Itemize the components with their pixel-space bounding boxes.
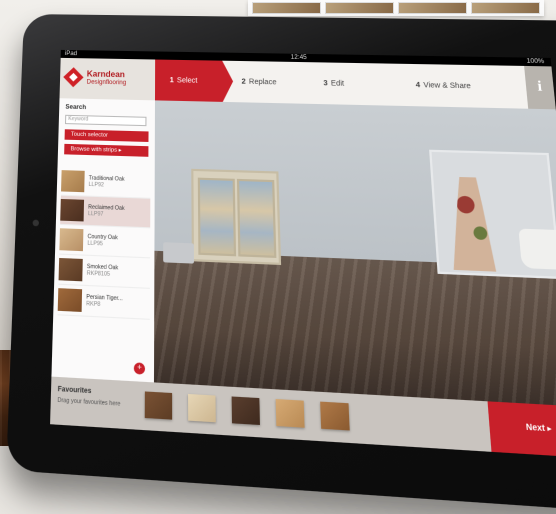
list-item[interactable]: Traditional Oak LLP92 xyxy=(60,166,151,199)
product-sidebar: Search Keyword Touch selector Browse wit… xyxy=(51,98,157,383)
tab-edit[interactable]: 3 Edit xyxy=(307,62,401,106)
battery-label: 100% xyxy=(526,58,545,66)
product-code: LLP97 xyxy=(87,210,104,218)
step-label: Replace xyxy=(248,78,277,86)
favourites-label: Favourites xyxy=(57,386,92,396)
step-label: Edit xyxy=(330,79,345,88)
step-number: 3 xyxy=(323,79,328,87)
favourite-swatch[interactable] xyxy=(188,393,216,423)
tablet: iPad 12:45 100% Karndean Designflooring … xyxy=(0,0,556,514)
product-list: Traditional Oak LLP92 Reclaimed Oak LLP97 … xyxy=(57,166,151,320)
search-label: Search xyxy=(65,104,87,112)
floor-swatch xyxy=(61,170,85,193)
carrier-label: iPad xyxy=(64,50,78,58)
cabinet-pane xyxy=(197,177,237,257)
favourites-hint: Drag your favourites here xyxy=(57,397,121,409)
info-icon[interactable]: i xyxy=(524,65,556,110)
logo-diamond-icon xyxy=(63,67,84,88)
tab-select[interactable]: 1 Select xyxy=(154,59,223,102)
clock: 12:45 xyxy=(290,54,307,62)
step-number: 2 xyxy=(241,77,246,86)
basket xyxy=(163,242,195,264)
step-number: 1 xyxy=(169,76,174,84)
favourite-swatch[interactable] xyxy=(144,391,173,420)
step-label: Select xyxy=(176,76,198,85)
favourite-swatch[interactable] xyxy=(275,399,305,428)
list-item[interactable]: Persian Tiger... RKP8 xyxy=(57,284,150,320)
next-button[interactable]: Next ▸ xyxy=(487,401,556,459)
touch-selector-button[interactable]: Touch selector xyxy=(64,129,149,142)
product-code: LLP92 xyxy=(88,181,104,189)
floor-swatch xyxy=(60,198,85,222)
camera-icon xyxy=(32,219,40,227)
glass-cabinet xyxy=(191,168,282,266)
list-item[interactable]: Reclaimed Oak LLP97 xyxy=(60,195,151,229)
floor-swatch xyxy=(59,228,84,252)
room-preview[interactable] xyxy=(153,100,556,407)
brand-name: Karndean xyxy=(86,69,125,80)
list-item[interactable]: Country Oak LLP95 xyxy=(59,224,151,259)
product-code: LLP95 xyxy=(87,240,104,248)
favourite-swatch[interactable] xyxy=(231,396,260,426)
floor-swatch xyxy=(58,257,83,282)
cabinet-pane xyxy=(236,178,277,258)
floor-swatch xyxy=(57,288,83,312)
step-number: 4 xyxy=(415,81,421,89)
favourites-list xyxy=(144,391,350,431)
product-code: RKP8105 xyxy=(86,270,111,279)
search-input[interactable]: Keyword xyxy=(64,114,147,127)
brand-logo: Karndean Designflooring xyxy=(59,57,156,101)
tab-replace[interactable]: 2 Replace xyxy=(222,61,309,104)
browse-strips-button[interactable]: Browse with strips ▸ xyxy=(64,143,149,157)
brand-subtitle: Designflooring xyxy=(86,79,127,87)
favourite-swatch[interactable] xyxy=(320,401,350,431)
list-item[interactable]: Smoked Oak RKP8105 xyxy=(58,254,151,289)
add-icon[interactable]: + xyxy=(133,362,146,375)
app-screen: iPad 12:45 100% Karndean Designflooring … xyxy=(50,49,556,459)
step-label: View & Share xyxy=(423,81,472,90)
tab-view-share[interactable]: 4 View & Share xyxy=(399,64,505,108)
bathtub xyxy=(518,228,556,271)
tablet-bezel: iPad 12:45 100% Karndean Designflooring … xyxy=(6,14,556,514)
